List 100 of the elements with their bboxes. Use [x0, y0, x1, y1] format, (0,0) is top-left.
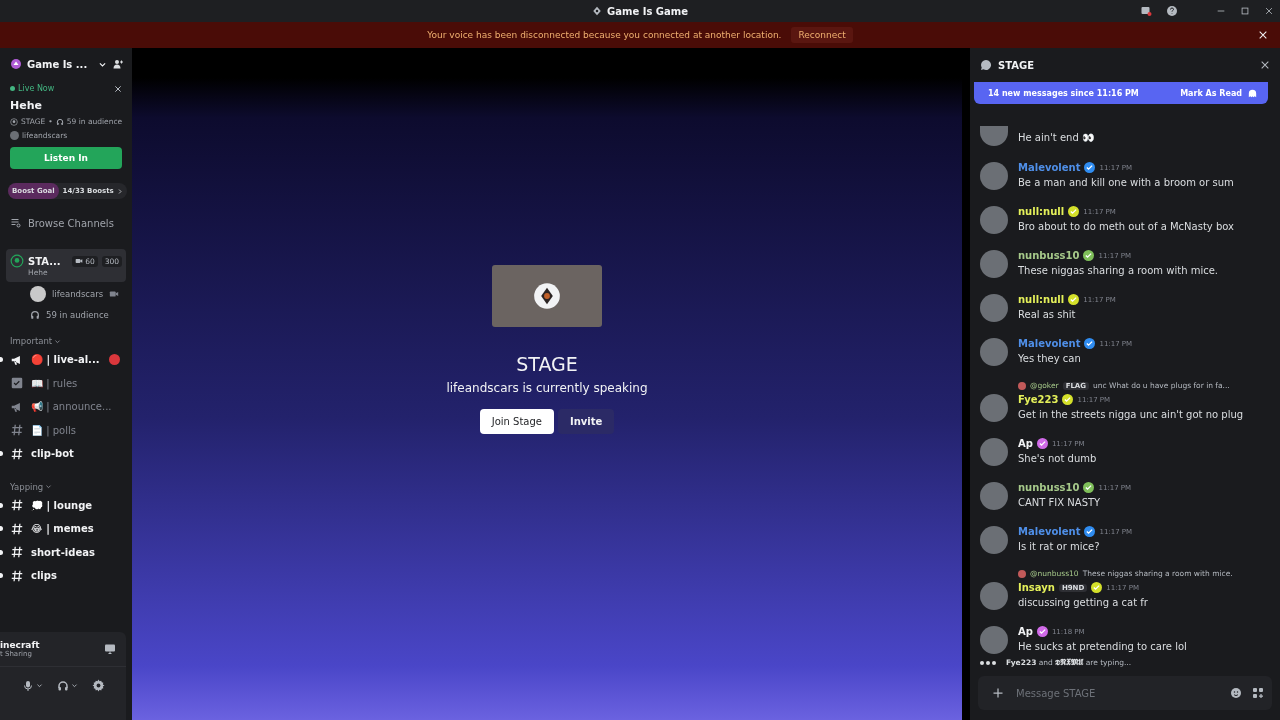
join-stage-button[interactable]: Join Stage: [479, 408, 554, 434]
close-icon: [1264, 6, 1274, 16]
user-avatar: [1018, 381, 1026, 390]
message-text: discussing getting a cat fr: [1018, 596, 1149, 610]
hashtag-icon: [10, 446, 24, 461]
speaking-status: lifeandscars is currently speaking: [446, 380, 648, 395]
apps-button[interactable]: [1252, 687, 1264, 699]
channel-item[interactable]: clips: [31, 570, 132, 582]
message-author[interactable]: Malevolent: [1018, 338, 1081, 350]
user-avatar: [1018, 569, 1026, 578]
message-input[interactable]: Message STAGE: [1014, 686, 1220, 700]
stage-topic: Hehe: [10, 99, 43, 112]
message-text: He ain't end 👀: [1018, 131, 1095, 143]
screen-share-icon: [104, 643, 116, 655]
category-header[interactable]: Important: [10, 336, 53, 346]
live-now-label: Live Now: [10, 84, 55, 93]
channel-item[interactable]: short-ideas: [31, 546, 132, 558]
speaker-name: lifeandscars: [52, 289, 104, 299]
chevron-down-icon: [36, 682, 43, 689]
message-author[interactable]: Insayn: [1018, 582, 1055, 594]
browse-channels-link[interactable]: Browse Channels: [28, 217, 114, 229]
user-avatar[interactable]: [980, 626, 1008, 654]
chat-bubble-icon: [980, 59, 992, 71]
server-name[interactable]: Game Is ...: [27, 58, 93, 70]
microphone-icon: [22, 679, 34, 692]
browse-list-icon: [10, 217, 22, 229]
help-icon: [1166, 5, 1178, 17]
user-avatar[interactable]: [980, 526, 1008, 554]
message-text: Get in the streets nigga unc ain't got no plug: [1018, 408, 1245, 422]
user-avatar[interactable]: [980, 126, 1008, 146]
message-text: CANT FIX NASTY: [1018, 496, 1102, 510]
message-text: Real as shit: [1018, 308, 1077, 322]
speaker-avatar-icon: [533, 281, 561, 310]
hashtag-icon: [10, 498, 24, 513]
channel-item[interactable]: 📄 | polls: [31, 424, 132, 436]
ghost-icon: [1247, 87, 1258, 99]
message-author[interactable]: null:null: [1018, 206, 1065, 218]
category-header[interactable]: Yapping: [10, 481, 44, 492]
close-icon[interactable]: [1258, 30, 1268, 40]
message-author[interactable]: Malevolent: [1018, 526, 1081, 538]
checklist-icon: [10, 376, 24, 391]
server-icon: [592, 6, 602, 16]
message-text: Bro about to do meth out of a McNasty box: [1018, 220, 1235, 234]
user-avatar[interactable]: [980, 394, 1008, 422]
user-avatar: [30, 286, 46, 302]
hashtag-icon: [10, 545, 24, 560]
new-messages-bar[interactable]: 14 new messages since 11:16 PM Mark As Read: [974, 82, 1268, 104]
chevron-down-icon: [45, 483, 53, 490]
message-text: He sucks at pretending to care lol: [1018, 640, 1188, 654]
invite-button[interactable]: Invite: [557, 408, 615, 434]
message-text: Is it rat or mice?: [1018, 540, 1101, 554]
microphone-button[interactable]: [22, 679, 43, 692]
message-author[interactable]: Ap: [1018, 626, 1033, 638]
add-attachment-button[interactable]: [992, 687, 1004, 699]
window-title: Game Is Game: [607, 5, 688, 17]
channel-item[interactable]: 📢 | announce...: [31, 401, 132, 413]
close-icon: [1260, 60, 1270, 70]
hashtag-icon: [10, 568, 24, 583]
message-field[interactable]: Message STAGE: [978, 676, 1272, 710]
message-author[interactable]: Fye223: [1018, 394, 1059, 406]
user-avatar[interactable]: [980, 438, 1008, 466]
channel-item[interactable]: clip-bot: [31, 448, 132, 460]
user-avatar[interactable]: [980, 482, 1008, 510]
headphones-icon: [55, 117, 64, 126]
hashtag-icon: [10, 423, 24, 438]
inbox-icon: [1140, 5, 1152, 17]
channel-item[interactable]: 😂 | memes: [31, 523, 132, 535]
user-avatar[interactable]: [980, 582, 1008, 610]
camera-icon: [109, 289, 120, 299]
activity-title: inecraft: [0, 640, 41, 650]
disconnect-notice: Your voice has been disconnected because you connected at another location.: [427, 30, 782, 40]
user-avatar: [10, 131, 19, 140]
stage-icon: [10, 254, 24, 268]
add-member-icon: [112, 58, 124, 70]
user-avatar[interactable]: [980, 162, 1008, 190]
reconnect-button[interactable]: Reconnect: [791, 27, 853, 43]
mark-as-read-button[interactable]: Mark As Read: [1180, 87, 1258, 99]
message-author[interactable]: nunbuss10: [1018, 250, 1080, 262]
stage-icon: [10, 117, 18, 126]
message-author[interactable]: Ap: [1018, 438, 1033, 450]
settings-button[interactable]: [92, 679, 105, 692]
message-author[interactable]: Malevolent: [1018, 162, 1081, 174]
message-author[interactable]: null:null: [1018, 294, 1065, 306]
message-text: She's not dumb: [1018, 452, 1098, 466]
chevron-down-icon: [71, 682, 78, 689]
user-avatar[interactable]: [980, 338, 1008, 366]
user-avatar[interactable]: [980, 250, 1008, 278]
message-author[interactable]: nunbuss10: [1018, 482, 1080, 494]
message-text: These niggas sharing a room with mice.: [1018, 264, 1219, 278]
headphones-icon: [30, 310, 40, 320]
typing-indicator-icon: [980, 661, 996, 665]
channel-item[interactable]: 📖 | rules: [31, 377, 132, 389]
headphones-button[interactable]: [57, 679, 78, 692]
camera-icon: [75, 257, 84, 265]
user-avatar[interactable]: [980, 206, 1008, 234]
chat-title: STAGE: [998, 59, 1036, 71]
channel-item[interactable]: 🔴 | live-al...: [31, 354, 132, 366]
user-avatar[interactable]: [980, 294, 1008, 322]
emoji-button[interactable]: [1230, 687, 1242, 699]
message-text: Be a man and kill one with a broom or sum: [1018, 176, 1235, 190]
